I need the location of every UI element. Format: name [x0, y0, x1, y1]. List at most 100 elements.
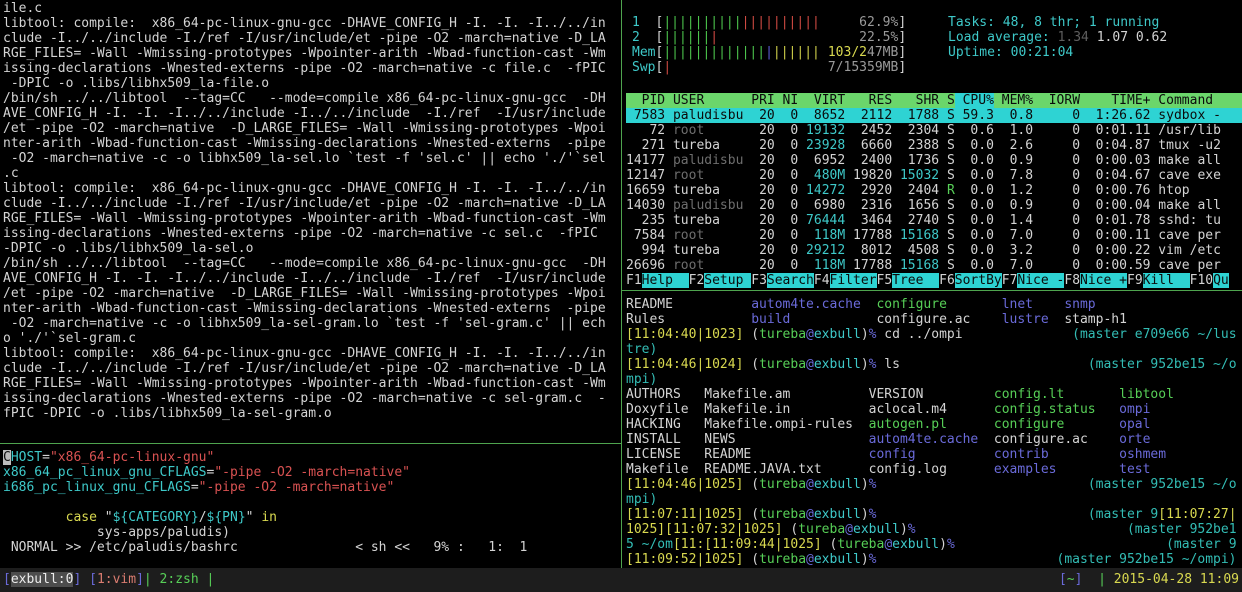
- text-segment: 3464: [845, 213, 892, 228]
- fkey-number: F8: [1064, 273, 1080, 288]
- fkey-f6-sortby[interactable]: F6SortBy: [939, 273, 1002, 288]
- text-segment: S: [939, 213, 955, 228]
- window-tab-1-vim[interactable]: 1:vim: [97, 572, 136, 587]
- fkey-f10-qu[interactable]: F10Qu: [1190, 273, 1229, 288]
- window-tab-2-zsh[interactable]: 2:zsh: [152, 572, 207, 587]
- text-segment: ): [939, 537, 947, 552]
- text-segment: =: [191, 480, 199, 495]
- text-segment: Uptime:: [948, 45, 1011, 60]
- column-header-user[interactable]: USER: [673, 93, 743, 108]
- pane-build-log[interactable]: ile.clibtool: compile: x86_64-pc-linux-g…: [3, 1, 620, 441]
- column-header-res[interactable]: RES: [845, 93, 892, 108]
- fkey-f5-tree[interactable]: F5Tree: [877, 273, 940, 288]
- terminal-line: Doxyfile Makefile.in aclocal.m4 config.s…: [626, 402, 1242, 417]
- text-segment: (: [743, 327, 759, 342]
- text-segment: (master 9: [1088, 507, 1158, 522]
- process-row-7584[interactable]: 7584 root 20 0 118M 17788 15168 S 0.0 7.…: [626, 228, 1242, 243]
- column-header-time+[interactable]: TIME+: [1080, 93, 1150, 108]
- process-row-12147[interactable]: 12147 root 20 0 480M 19820 15032 S 0.0 7…: [626, 168, 1242, 183]
- fkey-label: Tree: [892, 273, 939, 288]
- text-segment: snmp: [1064, 297, 1095, 312]
- text-segment: LICENSE: [626, 447, 704, 462]
- text-segment: [: [1059, 572, 1067, 587]
- text-segment: @: [806, 477, 814, 492]
- fkey-f3-search[interactable]: F3Search: [751, 273, 814, 288]
- column-header-iorw[interactable]: IORW: [1033, 93, 1080, 108]
- pane-shell[interactable]: README autom4te.cache configure lnet snm…: [626, 297, 1242, 567]
- terminal-line: /bin/sh ../../libtool --tag=CC --mode=co…: [3, 91, 620, 106]
- pane-vim-editor[interactable]: CHOST="x86_64-pc-linux-gnu"x86_64_pc_lin…: [3, 450, 620, 560]
- column-header-pid[interactable]: PID: [626, 93, 673, 108]
- process-row-7583[interactable]: 7583 paludisbu 20 0 8652 2112 1788 S 59.…: [626, 108, 1242, 123]
- terminal-line: case "${CATEGORY}/${PN}" in: [3, 510, 620, 525]
- text-segment: 8652: [798, 108, 845, 123]
- process-row-14030[interactable]: 14030 paludisbu 20 0 6980 2316 1656 S 0.…: [626, 198, 1242, 213]
- text-segment: configure: [994, 417, 1119, 432]
- text-segment: configure.ac: [876, 312, 1001, 327]
- text-segment: 0.0: [955, 258, 994, 273]
- fkey-number: F10: [1190, 273, 1213, 288]
- fkey-f7-nice-[interactable]: F7Nice -: [1002, 273, 1065, 288]
- pane-border-horizontal-right[interactable]: [622, 290, 1242, 291]
- pane-border-vertical[interactable]: [621, 0, 622, 568]
- fkey-f9-kill[interactable]: F9Kill: [1127, 273, 1190, 288]
- terminal-line: AUTHORS Makefile.am VERSION config.lt li…: [626, 387, 1242, 402]
- column-header-cpu%[interactable]: CPU%: [955, 93, 994, 108]
- column-header-mem%[interactable]: MEM%: [994, 93, 1033, 108]
- text-segment: cave exe: [1150, 168, 1220, 183]
- terminal-line: ile.c: [3, 1, 620, 16]
- text-segment: (: [743, 552, 759, 567]
- text-segment: [1082, 572, 1098, 587]
- text-segment: lnet: [1002, 297, 1065, 312]
- text-segment: 19132: [798, 123, 845, 138]
- text-segment: 29212: [798, 243, 845, 258]
- session-name[interactable]: exbull:0: [11, 572, 74, 587]
- text-segment: in: [261, 510, 277, 525]
- text-segment: 0: [775, 183, 798, 198]
- fkey-f8-nice-[interactable]: F8Nice +: [1064, 273, 1127, 288]
- text-segment: tureba: [759, 327, 806, 342]
- process-row-26696[interactable]: 26696 root 20 0 118M 17788 15168 S 0.0 7…: [626, 258, 1242, 273]
- text-segment: Doxyfile: [626, 402, 704, 417]
- process-row-72[interactable]: 72 root 20 0 19132 2452 2304 S 0.6 1.0 0…: [626, 123, 1242, 138]
- text-segment: 0: [1033, 123, 1080, 138]
- terminal-line: Rules build configure.ac lustre stamp-h1: [626, 312, 1242, 327]
- process-row-994[interactable]: 994 tureba 20 0 29212 8012 4508 S 0.0 3.…: [626, 243, 1242, 258]
- column-header-command[interactable]: Command: [1150, 93, 1213, 108]
- text-segment: %: [908, 522, 916, 537]
- column-header-virt[interactable]: VIRT: [798, 93, 845, 108]
- htop-table-header[interactable]: PID USER PRI NI VIRT RES SHR S CPU% MEM%…: [626, 93, 1242, 108]
- text-segment: tmux -u2: [1150, 138, 1220, 153]
- fkey-f2-setup[interactable]: F2Setup: [689, 273, 752, 288]
- terminal-line: nter-arith -Wbad-function-cast -Wmissing…: [3, 136, 620, 151]
- process-row-16659[interactable]: 16659 tureba 20 0 14272 2920 2404 R 0.0 …: [626, 183, 1242, 198]
- pane-htop[interactable]: 1 [||||||||||||||||||||62.9%]2 [|||||||2…: [626, 0, 1242, 289]
- text-segment: Load average:: [948, 30, 1058, 45]
- mem-meter: Mem[||||||||||||||||||||103/247MB]: [632, 45, 906, 60]
- text-segment: ile.c: [3, 1, 42, 16]
- text-segment: 20: [743, 213, 774, 228]
- text-segment: 16659: [626, 183, 673, 198]
- process-row-14177[interactable]: 14177 paludisbu 20 0 6952 2400 1736 S 0.…: [626, 153, 1242, 168]
- text-segment: HOST: [11, 450, 42, 465]
- column-header-shr[interactable]: SHR: [892, 93, 939, 108]
- text-segment: libtool: compile: x86_64-pc-linux-gnu-gc…: [3, 16, 606, 31]
- process-row-235[interactable]: 235 tureba 20 0 76444 3464 2740 S 0.0 1.…: [626, 213, 1242, 228]
- text-segment: ]: [898, 15, 906, 30]
- fkey-f4-filter[interactable]: F4Filter: [814, 273, 877, 288]
- text-segment: (master e709e66 ~/lus: [1072, 327, 1236, 342]
- text-segment: 0: [1033, 258, 1080, 273]
- fkey-f1-help[interactable]: F1Help: [626, 273, 689, 288]
- terminal-line: issing-declarations -Wnested-externs -pi…: [3, 61, 620, 76]
- text-segment: AUTHORS: [626, 387, 704, 402]
- column-header-ni[interactable]: NI: [775, 93, 798, 108]
- column-header-pri[interactable]: PRI: [743, 93, 774, 108]
- process-row-271[interactable]: 271 tureba 20 0 23928 6660 2388 S 0.0 2.…: [626, 138, 1242, 153]
- pane-border-horizontal-left[interactable]: [0, 443, 621, 444]
- text-segment: 2404: [892, 183, 939, 198]
- text-segment: 62.9%: [859, 15, 898, 30]
- column-header-s[interactable]: S: [939, 93, 955, 108]
- text-segment: 0: [1033, 168, 1080, 183]
- text-segment: 72: [626, 123, 673, 138]
- text-segment: ): [900, 522, 908, 537]
